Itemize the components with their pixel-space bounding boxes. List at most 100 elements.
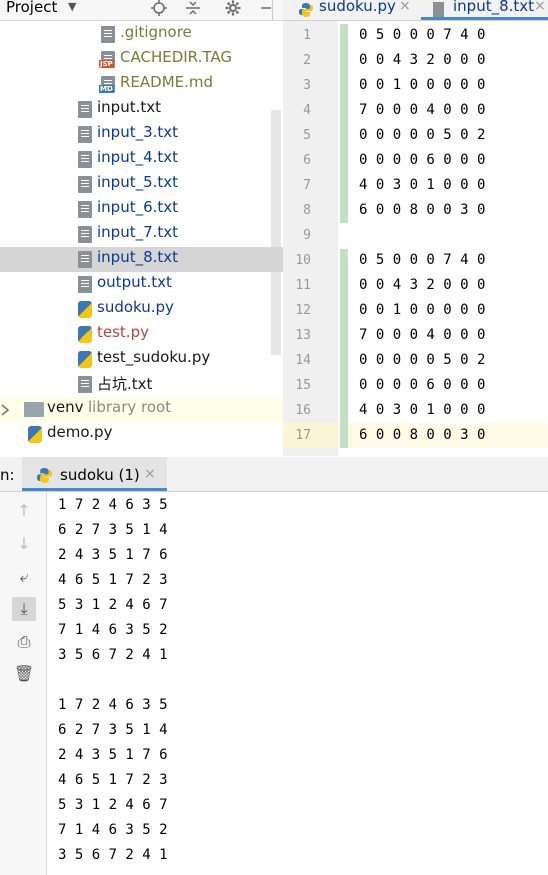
project-header: Project ▼ [0,0,283,21]
console-line: 1 7 2 4 6 3 5 [58,497,168,513]
console-line: 2 4 3 5 1 7 6 [58,547,168,563]
console-line: 2 4 3 5 1 7 6 [58,747,168,763]
tree-item-venv[interactable]: venv library root [0,397,283,422]
tree-item-input-5-txt[interactable]: input_5.txt [0,172,283,197]
tree-item-label: 占坑.txt [97,375,153,393]
tree-item-cachedir-tag[interactable]: JSP CACHEDIR.TAG [0,47,283,72]
console-line: 3 5 6 7 2 4 1 [58,647,168,663]
console-line: 7 1 4 6 3 5 2 [58,822,168,838]
line-number: 8 [303,203,311,218]
code-line: 7 0 0 0 4 0 0 0 [359,327,486,343]
code-line: 4 0 3 0 1 0 0 0 [359,402,486,418]
line-number: 3 [303,78,311,93]
minimize-icon[interactable] [258,0,274,16]
tree-item-input-6-txt[interactable]: input_6.txt [0,197,283,222]
down-arrow-icon[interactable]: ↓ [12,532,36,556]
gear-icon[interactable] [225,0,241,16]
code-line: 6 0 0 8 0 0 3 0 [359,202,486,218]
vcs-change-marker[interactable] [340,24,348,223]
text-file-icon [78,251,92,268]
project-title[interactable]: Project [6,0,57,16]
tree-item-label: input_3.txt [97,123,179,141]
python-icon [37,468,52,483]
tree-item-label: input_7.txt [97,223,179,241]
tree-item-readme-md[interactable]: MD README.md [0,72,283,97]
console-line: 1 7 2 4 6 3 5 [58,697,168,713]
text-file-icon [78,176,92,193]
markdown-file-icon: MD [99,76,115,93]
line-number: 12 [295,303,311,318]
run-label: n: [0,466,15,484]
up-arrow-icon[interactable]: ↑ [12,499,36,523]
line-number: 6 [303,153,311,168]
run-panel: n: sudoku (1) × ↑ ↓ ⤶ ⤓ ⎙ 🗑 1 7 2 4 6 3 5 6 2 … [0,457,548,875]
tree-item-gitignore[interactable]: .gitignore [0,22,283,47]
line-number: 7 [303,178,311,193]
tree-item-label: input_5.txt [97,173,179,191]
tree-item-output-txt[interactable]: output.txt [0,272,283,297]
file-badge-icon: JSP [99,60,114,68]
vcs-change-marker[interactable] [340,249,348,448]
console-line: 5 3 1 2 4 6 7 [58,797,168,813]
code-line: 7 0 0 0 4 0 0 0 [359,102,486,118]
code-line: 0 0 1 0 0 0 0 0 [359,77,486,93]
line-number: 15 [295,378,311,393]
tree-item-label: venv [47,398,84,416]
python-icon [299,2,313,17]
file-badge-icon: MD [99,85,114,93]
tree-item-input-3-txt[interactable]: input_3.txt [0,122,283,147]
close-icon[interactable]: × [534,0,546,14]
scroll-to-end-icon[interactable]: ⤓ [12,597,36,621]
tree-item-label: test.py [97,323,149,341]
tree-item-test-sudoku-py[interactable]: test_sudoku.py [0,347,283,372]
text-file-icon [78,126,92,143]
run-tab-label: sudoku (1) [60,466,140,484]
chevron-down-icon[interactable]: ▼ [68,0,76,13]
tree-item-test-py[interactable]: test.py [0,322,283,347]
tree-item-input-4-txt[interactable]: input_4.txt [0,147,283,172]
print-icon[interactable]: ⎙ [12,630,36,654]
line-number: 11 [295,278,311,293]
editor: sudoku.py × input_8.txt × 0 5 0 0 0 7 4 … [283,0,548,456]
tab-label: input_8.txt [453,0,535,15]
line-number: 2 [303,53,311,68]
text-file-icon [78,276,92,293]
tree-item-label: README.md [120,73,214,91]
close-icon[interactable]: × [399,0,411,14]
close-icon[interactable]: × [144,466,156,482]
tree-item-input-8-txt[interactable]: input_8.txt [0,247,283,272]
text-file-icon [433,2,444,17]
console-line: 6 2 7 3 5 1 4 [58,722,168,738]
line-number: 17 [295,428,311,443]
tree-item-label: input.txt [97,98,161,116]
run-toolbar: ↑ ↓ ⤶ ⤓ ⎙ 🗑 [0,492,47,875]
tree-item-demo-py[interactable]: demo.py [0,422,283,447]
soft-wrap-icon[interactable]: ⤶ [12,565,36,589]
code-line: 0 0 0 0 6 0 0 0 [359,152,486,168]
tree-item-label: CACHEDIR.TAG [120,48,232,66]
chevron-right-icon[interactable] [0,402,10,421]
tree-item-label: output.txt [97,273,172,291]
ignore-file-icon [101,26,115,43]
tab-sudoku-py[interactable]: sudoku.py × [283,0,413,20]
python-file-icon [78,301,92,318]
folder-icon [24,402,44,417]
tree-item-label: test_sudoku.py [97,348,211,366]
tree-item-label: .gitignore [120,23,192,41]
console-line: 5 3 1 2 4 6 7 [58,597,168,613]
text-file-icon [78,201,92,218]
tree-item-sudoku-py[interactable]: sudoku.py [0,297,283,322]
code-line: 0 0 0 0 6 0 0 0 [359,377,486,393]
tree-item-input-7-txt[interactable]: input_7.txt [0,222,283,247]
tree-item-input-txt[interactable]: input.txt [0,97,283,122]
line-number: 5 [303,128,311,143]
text-file-icon [78,376,92,393]
project-panel: Project ▼ .gitignore JSP CACHEDIR.TAG MD REA… [0,0,283,456]
code-line: 0 5 0 0 0 7 4 0 [359,27,486,43]
locate-icon[interactable] [151,0,167,16]
line-number: 1 [303,28,311,43]
console-line: 6 2 7 3 5 1 4 [58,522,168,538]
trash-icon[interactable]: 🗑 [12,662,36,686]
collapse-all-icon[interactable] [185,0,201,16]
tree-item-txt[interactable]: 占坑.txt [0,372,283,397]
